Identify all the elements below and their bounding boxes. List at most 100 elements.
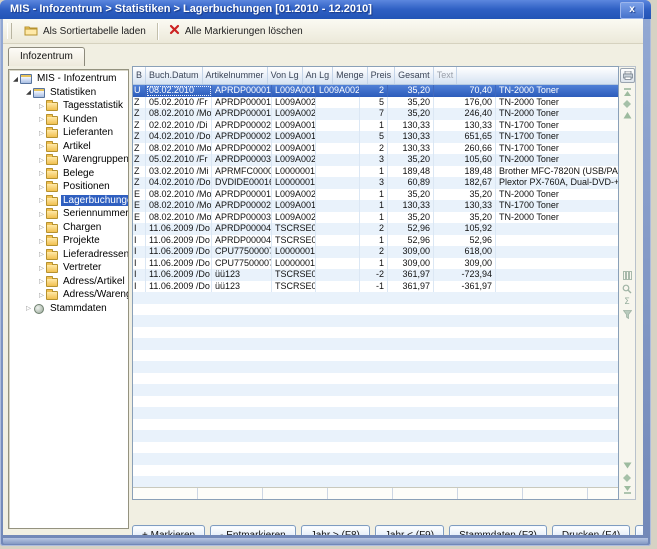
cell-menge: 2	[360, 223, 388, 235]
tree-expander-icon[interactable]	[37, 264, 46, 272]
toolbar: Als Sortiertabelle laden Alle Markierung…	[3, 19, 643, 44]
print-button[interactable]	[620, 68, 635, 83]
grid-row[interactable]: E 08.02.2010 /Mo APRDP00002 L009A001 1 1…	[133, 200, 618, 212]
drucken-button[interactable]: Drucken (F4)	[552, 525, 630, 535]
tree-item-kunden[interactable]: Kunden	[9, 113, 128, 127]
scroll-down-icon[interactable]	[621, 460, 633, 471]
col-buchungsart[interactable]: B	[133, 67, 146, 84]
tree-item-adress-warengruppen[interactable]: Adress/Warengruppen	[9, 288, 128, 302]
jahr-zurueck-button[interactable]: Jahr < (F9)	[375, 525, 444, 535]
grid-row[interactable]: Z 05.02.2010 /Fr APRDP00001 L009A002 5 3…	[133, 97, 618, 109]
markieren-button[interactable]: + Markieren	[132, 525, 205, 535]
scroll-bottom-icon[interactable]	[621, 484, 633, 495]
tree-item-projekte[interactable]: Projekte	[9, 234, 128, 248]
jahr-vor-button[interactable]: Jahr > (F8)	[301, 525, 370, 535]
tree-item-label: Projekte	[61, 235, 102, 246]
tree-item-vertreter[interactable]: Vertreter	[9, 261, 128, 275]
grid-row[interactable]: Z 08.02.2010 /Mo APRDP00002 L009A001 2 1…	[133, 143, 618, 155]
tree-expander-icon[interactable]	[37, 142, 46, 150]
tree-expander-icon[interactable]	[37, 156, 46, 164]
tree-item-tagesstatistik[interactable]: Tagesstatistik	[9, 99, 128, 113]
tree-expander-icon[interactable]	[37, 102, 46, 110]
grid-row[interactable]: Z 08.02.2010 /Mo APRDP00001 L009A002 7 3…	[133, 108, 618, 120]
tree-expander-icon[interactable]	[37, 250, 46, 258]
tree-item-chargen[interactable]: Chargen	[9, 221, 128, 235]
navigation-tree: MIS - Infozentrum Statistiken Tagessta	[8, 69, 129, 529]
tree-expander-icon[interactable]	[37, 277, 46, 285]
column-settings-icon[interactable]	[621, 270, 633, 281]
tree-item-label: Stammdaten	[48, 303, 109, 314]
cell-von-lg: L009A001	[272, 143, 316, 155]
grid-row[interactable]: I 11.06.2009 /Do APRDP00004 TSCRSE02 2 5…	[133, 223, 618, 235]
tree-expander-icon[interactable]	[37, 115, 46, 123]
col-an-lg[interactable]: An Lg	[303, 67, 334, 84]
grid-row[interactable]: I 11.06.2009 /Do üü123 TSCRSE03 -2 361,9…	[133, 269, 618, 281]
tree-item-lagerbuchungen[interactable]: Lagerbuchungen	[9, 194, 128, 208]
tree-expander-icon[interactable]	[37, 223, 46, 231]
tree-expander-icon[interactable]	[37, 210, 46, 218]
tree-item-positionen[interactable]: Positionen	[9, 180, 128, 194]
col-text[interactable]: Text	[434, 67, 458, 84]
cell-buchungsart: Z	[133, 154, 146, 166]
cell-menge: 1	[360, 189, 388, 201]
tab-infozentrum[interactable]: Infozentrum	[8, 47, 85, 66]
tree-expander-icon[interactable]	[37, 196, 46, 204]
grid-row[interactable]: U 08.02.2010 APRDP00001 L009A001 L009A00…	[133, 85, 618, 97]
stammdaten-button[interactable]: Stammdaten (F3)	[449, 525, 547, 535]
scroll-top-icon[interactable]	[621, 86, 633, 97]
grid-row[interactable]: I 11.06.2009 /Do APRDP00004 TSCRSE02 1 5…	[133, 235, 618, 247]
cell-an-lg	[316, 269, 360, 281]
cell-preis: 52,96	[388, 223, 434, 235]
tree-expander-icon[interactable]	[37, 237, 46, 245]
tree-expander-icon[interactable]	[37, 183, 46, 191]
toolbar-grip[interactable]	[7, 23, 12, 39]
load-sort-table-button[interactable]: Als Sortiertabelle laden	[17, 22, 153, 41]
tree-item-belege[interactable]: Belege	[9, 167, 128, 181]
grid-row[interactable]: Z 02.02.2010 /Di APRDP00002 L009A001 1 1…	[133, 120, 618, 132]
tree-item-statistiken[interactable]: Statistiken	[9, 86, 128, 100]
grid-row[interactable]: Z 05.02.2010 /Fr APRDP00003 L009A002 3 3…	[133, 154, 618, 166]
tree-item-mis-infozentrum[interactable]: MIS - Infozentrum	[9, 72, 128, 86]
cell-gesamt: 52,96	[434, 235, 496, 247]
grid-row[interactable]: I 11.06.2009 /Do CPU77500007 L0000001 1 …	[133, 258, 618, 270]
grid-row[interactable]: Z 04.02.2010 /Do APRDP00002 L009A001 5 1…	[133, 131, 618, 143]
col-buch-datum[interactable]: Buch.Datum	[146, 67, 203, 84]
tree-expander-icon[interactable]	[24, 304, 33, 312]
tree-expander-icon[interactable]	[24, 88, 33, 96]
tree-item-seriennummern[interactable]: Seriennummern	[9, 207, 128, 221]
col-gesamt[interactable]: Gesamt	[395, 67, 434, 84]
grid-row[interactable]: E 08.02.2010 /Mo APRDP00003 L009A002 1 3…	[133, 212, 618, 224]
grid-row[interactable]: Z 03.02.2010 /Mi APRMFC00001 L0000001 1 …	[133, 166, 618, 178]
col-menge[interactable]: Menge	[333, 67, 368, 84]
grid-row[interactable]: I 11.06.2009 /Do CPU77500007 L0000001 2 …	[133, 246, 618, 258]
cell-buchungsart: Z	[133, 143, 146, 155]
cell-buch-datum: 05.02.2010 /Fr	[146, 154, 212, 166]
entmarkieren-button[interactable]: - Entmarkieren	[210, 525, 296, 535]
tree-item-adress-artikel[interactable]: Adress/Artikel	[9, 275, 128, 289]
cell-menge: 1	[360, 200, 388, 212]
tree-item-stammdaten[interactable]: Stammdaten	[9, 302, 128, 316]
col-preis[interactable]: Preis	[368, 67, 396, 84]
search-icon[interactable]	[621, 283, 633, 294]
scroll-up-icon[interactable]	[621, 110, 633, 121]
clear-marks-button[interactable]: Alle Markierungen löschen	[162, 22, 310, 40]
grid-row[interactable]: I 11.06.2009 /Do üü123 TSCRSE03 -1 361,9…	[133, 281, 618, 293]
tree-item-lieferadressen[interactable]: Lieferadressen	[9, 248, 128, 262]
marker-next-icon[interactable]	[621, 98, 633, 109]
tree-expander-icon[interactable]	[37, 129, 46, 137]
grid-row[interactable]: E 08.02.2010 /Mo APRDP00001 L009A002 1 3…	[133, 189, 618, 201]
tree-expander-icon[interactable]	[37, 291, 46, 299]
grid-row[interactable]: Z 04.02.2010 /Do DVDIDE00016 L0000001 3 …	[133, 177, 618, 189]
marker-prev-icon[interactable]	[621, 472, 633, 483]
tree-node-icon	[46, 222, 59, 233]
close-button[interactable]: x	[620, 2, 644, 19]
tree-item-artikel[interactable]: Artikel	[9, 140, 128, 154]
tree-item-lieferanten[interactable]: Lieferanten	[9, 126, 128, 140]
tree-expander-icon[interactable]	[37, 169, 46, 177]
col-artikelnummer[interactable]: Artikelnummer	[203, 67, 268, 84]
tree-expander-icon[interactable]	[11, 75, 20, 83]
auswertung-button[interactable]: Auswertung (Return)	[635, 525, 643, 535]
filter-icon[interactable]	[621, 309, 633, 320]
tree-item-warengruppen[interactable]: Warengruppen	[9, 153, 128, 167]
col-von-lg[interactable]: Von Lg	[268, 67, 303, 84]
